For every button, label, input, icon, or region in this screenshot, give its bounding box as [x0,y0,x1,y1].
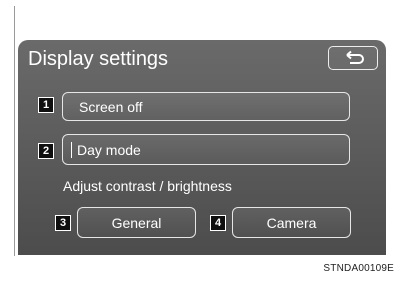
day-mode-label: Day mode [77,141,141,158]
general-button[interactable]: General [77,207,196,238]
day-mode-button[interactable]: Day mode [62,134,350,165]
callout-3: 3 [55,215,71,231]
callout-4: 4 [210,215,226,231]
mode-indicator-bar [71,142,72,158]
figure-code: STNDA00109E [323,263,394,274]
screen-off-label: Screen off [79,98,143,115]
display-settings-screen: Display settings 1 Screen off 2 Day mode… [18,40,386,255]
screen-off-button[interactable]: Screen off [62,92,350,121]
frame-divider [14,6,15,256]
camera-button[interactable]: Camera [232,207,351,238]
adjust-contrast-brightness-label: Adjust contrast / brightness [63,178,232,194]
callout-1: 1 [38,97,54,113]
callout-2: 2 [38,143,54,159]
return-arrow-icon [346,50,364,64]
camera-label: Camera [266,214,317,231]
back-button[interactable] [328,46,378,70]
page-title: Display settings [28,48,169,70]
general-label: General [111,214,162,231]
